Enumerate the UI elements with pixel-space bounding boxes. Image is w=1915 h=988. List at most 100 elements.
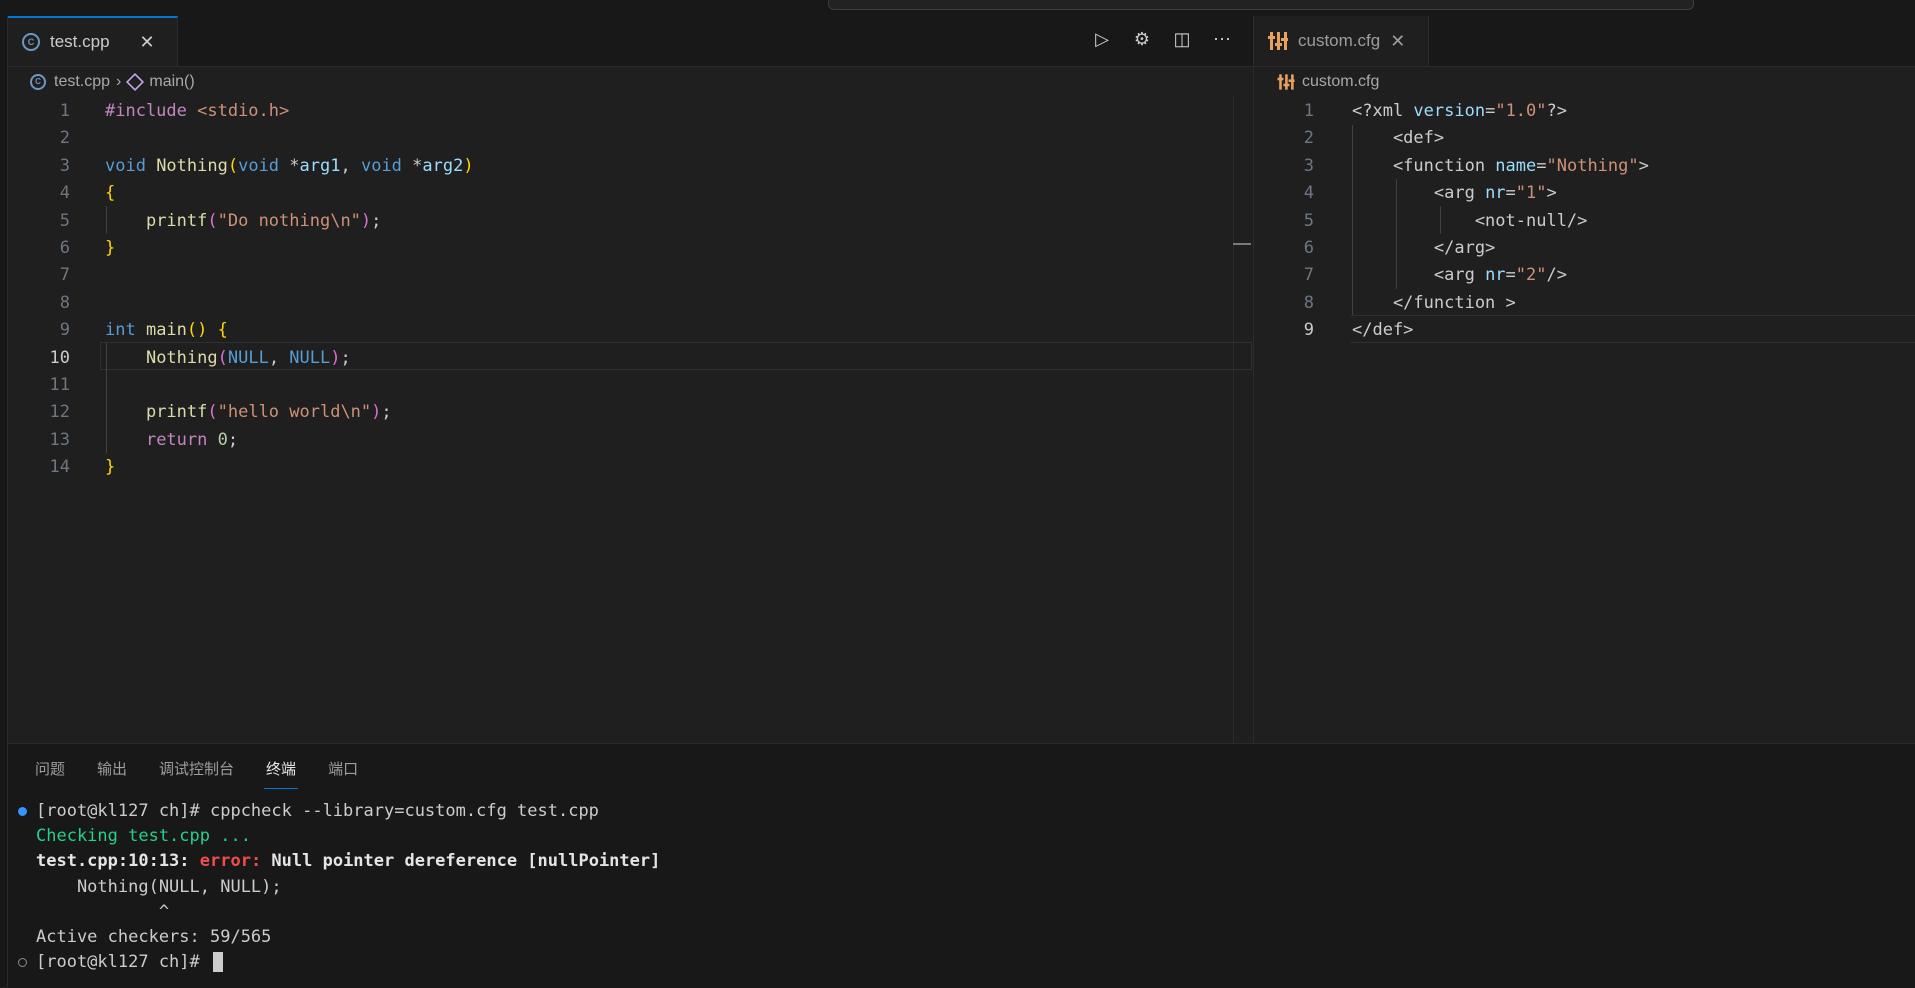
close-icon[interactable]: ✕ bbox=[1390, 31, 1405, 52]
code-line[interactable]: <?xml version="1.0"?> bbox=[1352, 98, 1649, 125]
panel-tab[interactable]: 终端 bbox=[264, 758, 299, 789]
code-token: /> bbox=[1546, 265, 1567, 286]
terminal-cursor bbox=[213, 952, 223, 973]
code-token: ( bbox=[217, 347, 228, 368]
tab-test-cpp[interactable]: C test.cpp ✕ bbox=[8, 16, 178, 66]
code-line[interactable]: Nothing(NULL, NULL); bbox=[105, 345, 474, 372]
code-token: void bbox=[238, 155, 290, 176]
editor-scrollbar[interactable] bbox=[1233, 97, 1254, 743]
code-token: void bbox=[105, 155, 157, 176]
close-icon[interactable]: ✕ bbox=[140, 32, 155, 53]
terminal-text: [root@kl127 ch]# cppcheck --library=cust… bbox=[36, 801, 599, 821]
code-line[interactable]: <not-null/> bbox=[1352, 208, 1649, 235]
breadcrumb: C test.cpp › main() bbox=[30, 67, 195, 97]
code-line[interactable] bbox=[105, 290, 474, 317]
code-line[interactable]: <arg nr="1"> bbox=[1352, 180, 1649, 207]
terminal-line: Checking test.cpp ... bbox=[36, 824, 660, 849]
gear-icon[interactable]: ⚙ bbox=[1131, 28, 1153, 50]
code-line[interactable]: <function name="Nothing"> bbox=[1352, 153, 1649, 180]
code-token: </function > bbox=[1352, 292, 1516, 313]
line-number: 4 bbox=[59, 183, 70, 204]
code-line[interactable]: </def> bbox=[1352, 317, 1649, 344]
tab-custom-cfg[interactable]: custom.cfg ✕ bbox=[1254, 16, 1429, 66]
breadcrumb-file[interactable]: test.cpp bbox=[54, 73, 110, 91]
panel-tab[interactable]: 端口 bbox=[328, 758, 358, 789]
line-number: 9 bbox=[59, 320, 70, 341]
code-token: , bbox=[340, 155, 361, 176]
run-debug-icon[interactable]: ▷ bbox=[1091, 28, 1113, 50]
editor-split-divider[interactable] bbox=[1253, 16, 1254, 743]
settings-file-icon bbox=[1268, 31, 1288, 51]
code-line[interactable]: } bbox=[105, 235, 474, 262]
line-number: 12 bbox=[49, 402, 70, 423]
code-editor-custom-cfg[interactable]: <?xml version="1.0"?> <def> <function na… bbox=[1352, 98, 1649, 345]
line-number: 10 bbox=[49, 347, 70, 368]
split-editor-icon[interactable]: ◫ bbox=[1171, 28, 1193, 50]
scrollbar-marker bbox=[1233, 243, 1251, 245]
code-token: </arg> bbox=[1352, 237, 1496, 258]
code-line[interactable]: <arg nr="2"/> bbox=[1352, 262, 1649, 289]
code-line[interactable] bbox=[105, 262, 474, 289]
more-actions-icon[interactable]: ⋯ bbox=[1211, 28, 1233, 50]
terminal-text: [root@kl127 ch]# bbox=[36, 952, 210, 973]
code-token: } bbox=[105, 457, 116, 478]
code-token: <function bbox=[1352, 155, 1496, 176]
command-decoration-icon[interactable] bbox=[18, 807, 27, 816]
terminal-line: ^ bbox=[36, 900, 660, 925]
code-token: "1" bbox=[1515, 183, 1547, 204]
line-number: 1 bbox=[1303, 101, 1314, 121]
line-number: 2 bbox=[1303, 128, 1314, 149]
code-editor-test-cpp[interactable]: #include <stdio.h> void Nothing(void *arg… bbox=[105, 98, 474, 481]
code-token: arg2 bbox=[422, 155, 464, 176]
code-line[interactable]: printf("hello world\n"); bbox=[105, 399, 474, 426]
code-line[interactable]: } bbox=[105, 454, 474, 481]
code-line[interactable]: void Nothing(void *arg1, void *arg2) bbox=[105, 153, 474, 180]
code-token: int bbox=[105, 320, 146, 341]
code-token: > bbox=[1546, 183, 1557, 204]
terminal-output[interactable]: [root@kl127 ch]# cppcheck --library=cust… bbox=[18, 799, 660, 975]
code-line[interactable]: int main() { bbox=[105, 317, 474, 344]
line-number: 8 bbox=[1303, 292, 1314, 313]
code-token: () bbox=[186, 320, 218, 341]
command-decoration-icon[interactable] bbox=[18, 958, 27, 968]
command-center[interactable] bbox=[828, 0, 1694, 10]
method-icon bbox=[126, 72, 145, 92]
terminal-text: test.cpp:10:13: bbox=[36, 851, 200, 872]
code-token: "1.0" bbox=[1495, 101, 1547, 121]
code-token: return bbox=[145, 429, 218, 450]
code-token: <def> bbox=[1352, 128, 1445, 149]
line-number: 2 bbox=[59, 128, 70, 149]
code-line[interactable] bbox=[105, 372, 474, 399]
code-line[interactable]: </function > bbox=[1352, 290, 1649, 317]
code-token: { bbox=[217, 320, 228, 341]
line-numbers: 1 2 3 4 5 6 7 8 9 bbox=[1270, 98, 1314, 345]
code-token: <arg bbox=[1352, 183, 1486, 204]
panel-tab[interactable]: 问题 bbox=[35, 758, 65, 789]
code-token: "Nothing" bbox=[1546, 155, 1639, 176]
code-line[interactable]: return 0; bbox=[105, 427, 474, 454]
code-line[interactable]: </arg> bbox=[1352, 235, 1649, 262]
code-line[interactable]: { bbox=[105, 180, 474, 207]
right-editor-tabbar: custom.cfg ✕ bbox=[1254, 16, 1915, 67]
panel-tab[interactable]: 输出 bbox=[97, 758, 127, 789]
breadcrumb-symbol[interactable]: main() bbox=[149, 73, 194, 91]
activity-bar-edge bbox=[0, 16, 8, 987]
tab-label: test.cpp bbox=[50, 32, 110, 51]
line-number: 6 bbox=[59, 237, 70, 258]
code-line[interactable]: #include <stdio.h> bbox=[105, 98, 474, 125]
panel-tabs: 问题 输出 调试控制台 终端 端口 bbox=[35, 758, 390, 789]
code-line[interactable]: <def> bbox=[1352, 125, 1649, 152]
code-line[interactable]: printf("Do nothing\n"); bbox=[105, 208, 474, 235]
panel-tab[interactable]: 调试控制台 bbox=[159, 758, 234, 789]
code-token: nr bbox=[1485, 183, 1506, 204]
code-token: * bbox=[412, 155, 423, 176]
code-token: { bbox=[105, 183, 116, 204]
chevron-right-icon: › bbox=[116, 73, 122, 90]
code-token: #include bbox=[105, 101, 198, 121]
breadcrumb-file[interactable]: custom.cfg bbox=[1302, 73, 1379, 91]
line-number: 8 bbox=[59, 292, 70, 313]
code-line[interactable] bbox=[105, 125, 474, 152]
code-token: > bbox=[1638, 155, 1649, 176]
code-token: ) bbox=[330, 347, 341, 368]
